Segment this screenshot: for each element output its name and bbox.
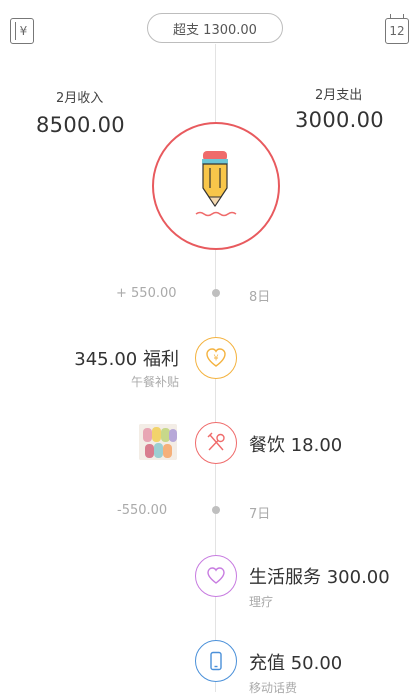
entry-note: 午餐补贴 <box>130 375 179 389</box>
list-item-life-service[interactable]: 生活服务 300.00 理疗 <box>249 563 390 610</box>
timeline-dot <box>212 506 220 514</box>
day-income-total: + 550.00 <box>116 286 177 301</box>
fork-spoon-icon[interactable] <box>195 422 237 464</box>
phone-icon[interactable] <box>195 640 237 682</box>
income-label: 2月收入 <box>56 91 104 106</box>
currency-ledger-icon[interactable]: ¥ <box>10 18 34 44</box>
entry-note: 理疗 <box>249 595 274 609</box>
expense-label: 2月支出 <box>315 88 363 103</box>
entry-note: 移动话费 <box>249 681 298 695</box>
yen-heart-icon[interactable]: ¥ <box>195 337 237 379</box>
entry-title-dining[interactable]: 餐饮 18.00 <box>249 431 342 457</box>
receipt-photo-thumbnail[interactable] <box>139 424 177 460</box>
yen-glyph: ¥ <box>19 24 28 38</box>
expense-value: 3000.00 <box>295 108 384 132</box>
overspend-badge[interactable]: 超支 1300.00 <box>147 13 283 43</box>
svg-text:¥: ¥ <box>213 354 218 363</box>
list-item-recharge[interactable]: 充值 50.00 移动话费 <box>249 649 342 696</box>
day-date: 7日 <box>249 507 271 522</box>
phone-glyph <box>210 651 222 671</box>
calendar-day: 12 <box>389 24 405 38</box>
fork-spoon-glyph <box>207 432 225 451</box>
add-record-button[interactable] <box>152 122 280 250</box>
entry-title: 充值 50.00 <box>249 653 343 674</box>
yen-heart-glyph: ¥ <box>206 348 226 367</box>
overspend-label: 超支 1300.00 <box>173 22 257 38</box>
calendar-icon[interactable]: 12 <box>385 14 409 44</box>
entry-title: 生活服务 300.00 <box>249 567 390 588</box>
timeline-dot <box>212 289 220 297</box>
income-value: 8500.00 <box>36 113 125 137</box>
day-expense-total: -550.00 <box>117 503 168 518</box>
pencil-icon <box>195 151 237 217</box>
list-item-welfare[interactable]: 345.00 福利 午餐补贴 <box>74 345 179 390</box>
heart-glyph <box>207 567 225 584</box>
entry-title: 345.00 福利 <box>74 349 179 370</box>
heart-icon[interactable] <box>195 555 237 597</box>
macaron-photo <box>139 424 177 460</box>
day-date: 8日 <box>249 290 271 305</box>
